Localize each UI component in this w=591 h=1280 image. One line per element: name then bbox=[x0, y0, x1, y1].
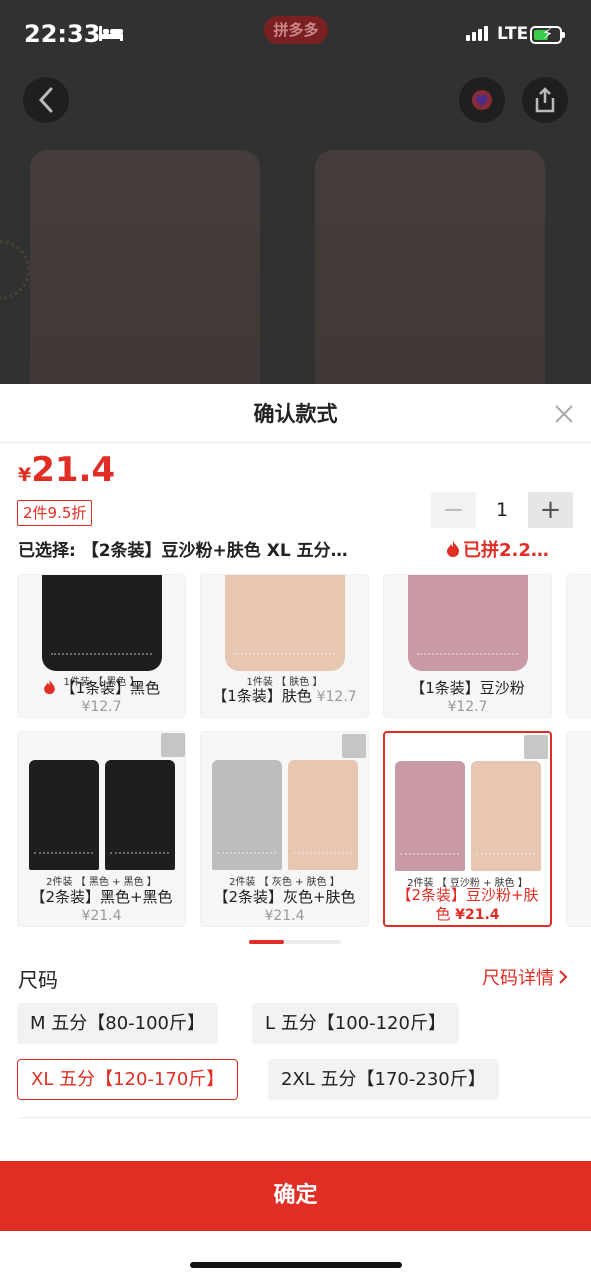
increase-button[interactable]: + bbox=[528, 492, 573, 528]
price-value: 21.4 bbox=[31, 450, 116, 490]
confirm-button[interactable]: 确定 bbox=[0, 1161, 591, 1231]
size-option[interactable]: M 五分【80-100斤】 bbox=[17, 1003, 219, 1044]
size-option-selected[interactable]: XL 五分【120-170斤】 bbox=[17, 1059, 239, 1100]
variant-card[interactable]: 1件装 【 黑色 】 【1条装】黑色 ¥12.7 bbox=[17, 574, 186, 718]
variant-image bbox=[18, 575, 185, 675]
chevron-right-icon bbox=[559, 970, 568, 984]
variant-image bbox=[201, 732, 368, 872]
favorite-icon bbox=[472, 90, 492, 110]
quantity-stepper: − 1 + bbox=[431, 492, 573, 528]
variant-label: 【1条装】豆沙粉 bbox=[410, 679, 525, 697]
discount-tag: 2件9.5折 bbox=[17, 500, 93, 526]
size-option[interactable]: L 五分【100-120斤】 bbox=[252, 1003, 459, 1044]
variant-card[interactable]: 【1条装】豆沙粉 ¥12.7 bbox=[383, 574, 552, 718]
variant-price: ¥12.7 bbox=[81, 699, 122, 715]
variant-price: ¥12.7 bbox=[316, 689, 357, 705]
flame-icon bbox=[43, 679, 55, 695]
battery-icon: ⚡ bbox=[530, 25, 565, 44]
expand-icon[interactable] bbox=[161, 733, 185, 757]
sku-selection-sheet: 确认款式 ¥21.4 2件9.5折 − 1 + 已选择: 【2条装】豆沙粉+肤色… bbox=[0, 384, 591, 1280]
variant-card[interactable]: 1件装 【 肤色 】 【1条装】肤色 ¥12.7 bbox=[200, 574, 369, 718]
variant-label: 【2条装】灰色+肤色 bbox=[213, 888, 356, 906]
pack-caption: 2件装 【 黑色 + 黑色 】 bbox=[46, 877, 157, 888]
price-currency: ¥ bbox=[18, 464, 32, 486]
quantity-value[interactable]: 1 bbox=[476, 499, 528, 521]
page-indicator-active bbox=[249, 940, 284, 944]
variant-price: ¥21.4 bbox=[81, 908, 122, 924]
network-label: LTE bbox=[497, 24, 529, 44]
divider bbox=[0, 442, 591, 443]
app-logo: 拼多多 bbox=[264, 16, 328, 44]
variant-image bbox=[567, 732, 591, 872]
back-button[interactable] bbox=[23, 77, 69, 123]
variant-card-partial[interactable] bbox=[566, 731, 591, 927]
group-count-text: 已拼2.2… bbox=[463, 540, 549, 561]
signal-icon bbox=[466, 26, 488, 41]
variant-image bbox=[385, 733, 550, 873]
variant-price: ¥12.7 bbox=[447, 699, 488, 715]
close-button[interactable] bbox=[552, 402, 576, 426]
status-time: 22:33 bbox=[24, 20, 101, 48]
share-button[interactable] bbox=[522, 77, 568, 123]
decrease-button[interactable]: − bbox=[431, 492, 476, 528]
variant-label-text: 【1条装】肤色 bbox=[212, 687, 312, 705]
variant-card-selected[interactable]: 2件装 【 豆沙粉 + 肤色 】 【2条装】豆沙粉+肤色 ¥21.4 bbox=[383, 731, 552, 927]
flame-icon bbox=[447, 541, 459, 557]
variant-image bbox=[567, 575, 591, 675]
favorite-button[interactable] bbox=[459, 77, 505, 123]
variant-card[interactable]: 2件装 【 灰色 + 肤色 】 【2条装】灰色+肤色 ¥21.4 bbox=[200, 731, 369, 927]
page-indicator bbox=[249, 940, 341, 944]
variant-label: 【1条装】黑色 bbox=[22, 679, 181, 698]
price: ¥21.4 bbox=[18, 450, 115, 490]
variant-image bbox=[201, 575, 368, 675]
size-detail-link[interactable]: 尺码详情 bbox=[482, 964, 568, 990]
group-count: 已拼2.2… bbox=[446, 536, 549, 562]
variant-label: 【2条装】黑色+黑色 bbox=[30, 888, 173, 906]
variant-card[interactable]: 2件装 【 黑色 + 黑色 】 【2条装】黑色+黑色 ¥21.4 bbox=[17, 731, 186, 927]
product-background: 22:33 拼多多 LTE ⚡ bbox=[0, 0, 591, 384]
variant-card-partial[interactable] bbox=[566, 574, 591, 718]
selected-summary: 已选择: 【2条装】豆沙粉+肤色 XL 五分… bbox=[18, 541, 348, 561]
chevron-left-icon bbox=[38, 87, 53, 113]
size-option[interactable]: 2XL 五分【170-230斤】 bbox=[268, 1059, 499, 1100]
variant-image bbox=[384, 575, 551, 675]
pack-caption: 2件装 【 灰色 + 肤色 】 bbox=[229, 877, 340, 888]
bed-icon bbox=[98, 24, 124, 46]
close-icon bbox=[555, 405, 573, 423]
size-title: 尺码 bbox=[18, 968, 58, 992]
sheet-title: 确认款式 bbox=[253, 402, 338, 426]
divider bbox=[18, 1117, 591, 1118]
status-bar: 22:33 拼多多 LTE ⚡ bbox=[0, 0, 591, 70]
variant-price: ¥21.4 bbox=[455, 907, 500, 923]
variant-image bbox=[18, 732, 185, 872]
variant-label: 【2条装】豆沙粉+肤色 ¥21.4 bbox=[389, 886, 546, 925]
size-detail-text: 尺码详情 bbox=[482, 968, 554, 989]
home-indicator bbox=[190, 1262, 402, 1268]
variant-grid: 1件装 【 黑色 】 【1条装】黑色 ¥12.7 1件装 【 肤色 】 【1条装… bbox=[0, 574, 591, 944]
share-icon bbox=[535, 87, 555, 113]
variant-label: 【1条装】肤色 ¥12.7 bbox=[205, 687, 364, 707]
pack-caption: 1件装 【 肤色 】 bbox=[246, 677, 323, 688]
variant-price: ¥21.4 bbox=[264, 908, 305, 924]
variant-label-text: 【1条装】黑色 bbox=[60, 679, 161, 697]
